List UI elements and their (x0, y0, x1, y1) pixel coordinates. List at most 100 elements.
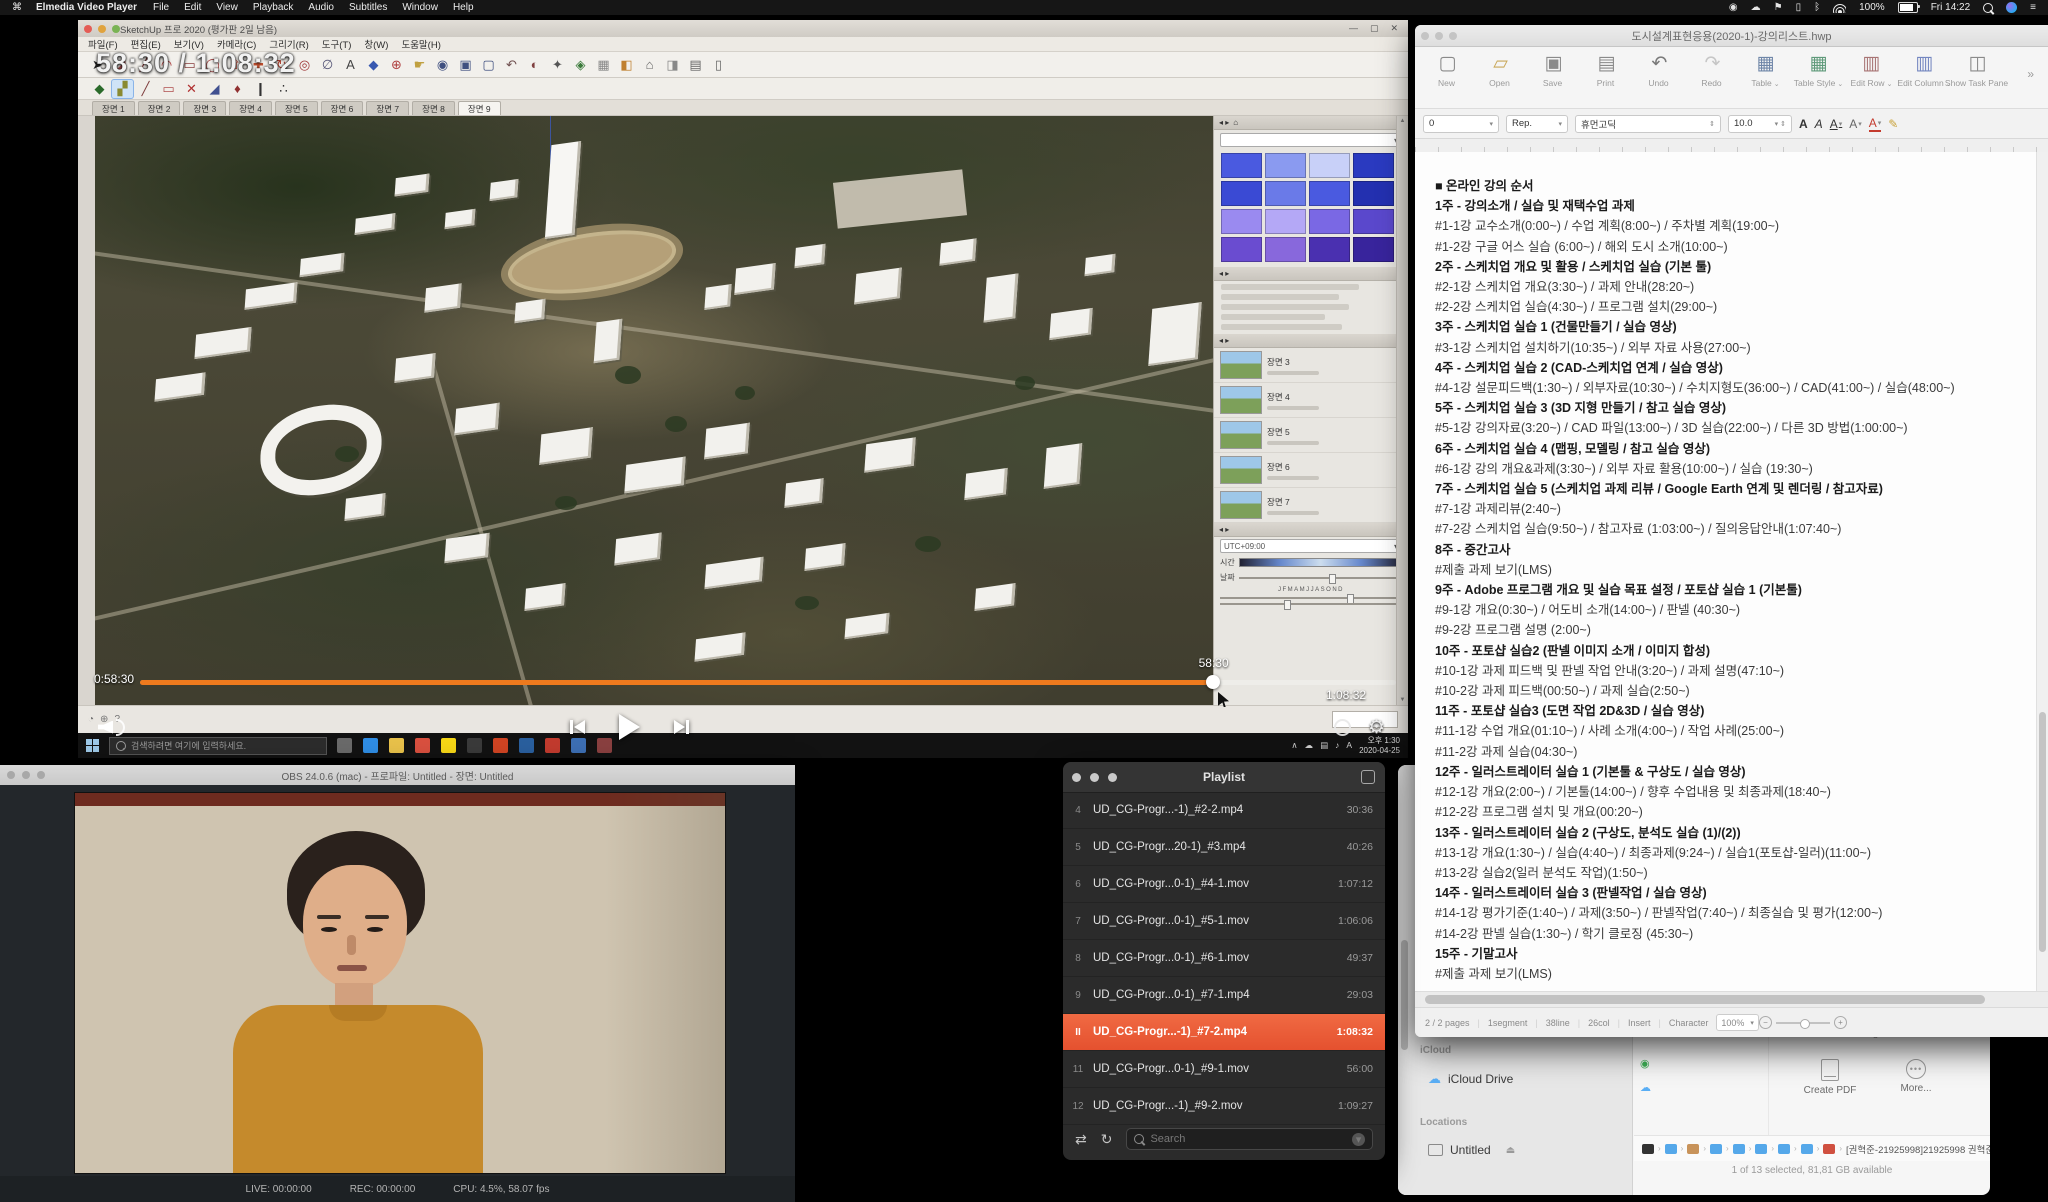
breadcrumb-folder-icon[interactable] (1710, 1144, 1722, 1154)
color-swatch[interactable] (1353, 181, 1394, 206)
apple-menu-icon[interactable]: ⌘ (12, 2, 22, 13)
drape-icon[interactable]: ✕ (180, 79, 203, 99)
breadcrumb-home-icon[interactable] (1687, 1144, 1699, 1154)
scene-panel-item[interactable]: 장면 3 (1214, 348, 1408, 383)
walk-tool-icon[interactable]: ∴ (272, 79, 295, 99)
eject-icon[interactable]: ⏏ (1506, 1145, 1515, 1156)
menubar-item[interactable]: Edit (184, 2, 201, 13)
more-button[interactable]: ••• More... (1876, 1059, 1956, 1094)
components-icon[interactable]: ⌂ (638, 55, 661, 75)
scene-panel-item[interactable]: 장면 5 (1214, 418, 1408, 453)
styles-icon[interactable]: ◨ (661, 55, 684, 75)
playlist-row[interactable]: 5 UD_CG-Progr...20-1)_#3.mp4 40:26 (1063, 829, 1385, 866)
dark-slider[interactable] (1220, 603, 1402, 605)
zoom-out-button[interactable]: − (1759, 1016, 1772, 1029)
document-page[interactable]: ■ 온라인 강의 순서1주 - 강의소개 / 실습 및 재택수업 과제#1-1강… (1415, 152, 2036, 991)
freehand-icon[interactable]: ❙ (249, 79, 272, 99)
playlist-row[interactable]: 11 UD_CG-Progr...0-1)_#9-1.mov 56:00 (1063, 1051, 1385, 1088)
breadcrumb-app-icon[interactable] (1642, 1144, 1654, 1154)
obs-status-icon[interactable]: ◉ (1729, 2, 1738, 13)
layers-icon[interactable]: ▤ (684, 55, 707, 75)
scene-tab[interactable]: 장면 2 (138, 101, 181, 115)
smoove-icon[interactable]: ╱ (134, 79, 157, 99)
menubar-app-name[interactable]: Elmedia Video Player (36, 2, 137, 13)
hwp-toolbar-button[interactable]: ▣ Save (1527, 53, 1580, 88)
previous-view-icon[interactable]: ↶ (500, 55, 523, 75)
light-slider[interactable] (1220, 597, 1402, 599)
playlist-titlebar[interactable]: Playlist (1063, 762, 1385, 793)
hwp-toolbar-button[interactable]: ◫ Show Task Pane (1951, 53, 2004, 88)
playlist-row[interactable]: 6 UD_CG-Progr...0-1)_#4-1.mov 1:07:12 (1063, 866, 1385, 903)
phone-status-icon[interactable]: ▯ (1796, 2, 1802, 13)
scene-panel-item[interactable]: 장면 7 (1214, 488, 1408, 523)
hwp-toolbar-button[interactable]: ▦ Table⌄ (1739, 53, 1792, 88)
sketchup-menu-item[interactable]: 창(W) (364, 37, 388, 51)
battery-icon[interactable] (1898, 2, 1918, 13)
materials-tray-icon[interactable]: ◧ (615, 55, 638, 75)
notification-center-icon[interactable]: ≡ (2030, 2, 2036, 13)
menubar-clock[interactable]: Fri 14:22 (1931, 2, 1970, 13)
materials-dropdown[interactable]: ▾ (1220, 133, 1402, 147)
close-icon[interactable] (84, 25, 92, 33)
tray-scrollbar[interactable]: ▲▼ (1396, 116, 1408, 705)
text-effect-button[interactable]: A▾ (1849, 117, 1862, 131)
text-icon[interactable]: A (339, 55, 362, 75)
walk-icon[interactable]: ✦ (546, 55, 569, 75)
stamp-icon[interactable]: ▭ (157, 79, 180, 99)
zoom-in-button[interactable]: + (1834, 1016, 1847, 1029)
status-insert-mode[interactable]: Insert (1628, 1018, 1651, 1028)
scenes-panel-header[interactable]: ◂ ▸ (1214, 334, 1408, 348)
toolbar-overflow-icon[interactable]: » (2027, 53, 2042, 81)
siri-icon[interactable] (2006, 2, 2017, 13)
scene-tab[interactable]: 장면 7 (366, 101, 409, 115)
wifi-icon[interactable] (1833, 3, 1846, 13)
scene-tab[interactable]: 장면 8 (412, 101, 455, 115)
search-options-icon[interactable]: ▾ (1352, 1133, 1365, 1146)
pip-icon[interactable] (1334, 719, 1351, 736)
orbit-icon[interactable]: ⊕ (385, 55, 408, 75)
scene-tab[interactable]: 장면 9 (458, 101, 501, 115)
font-color-button[interactable]: A▾ (1869, 116, 1882, 132)
win-close-icon[interactable]: ✕ (1390, 23, 1398, 34)
breadcrumb-folder-icon[interactable] (1733, 1144, 1745, 1154)
color-swatch[interactable] (1265, 153, 1306, 178)
status-char-mode[interactable]: Character (1669, 1018, 1709, 1028)
hwp-toolbar-button[interactable]: ▢ New (1421, 53, 1474, 88)
tags-panel-header[interactable]: ◂ ▸ (1214, 267, 1408, 281)
menubar-item[interactable]: Subtitles (349, 2, 387, 13)
scene-tab[interactable]: 장면 1 (92, 101, 135, 115)
color-swatch[interactable] (1309, 237, 1350, 262)
zoom-slider[interactable] (1776, 1022, 1830, 1024)
color-swatch[interactable] (1221, 209, 1262, 234)
section-plane-icon[interactable]: ◈ (569, 55, 592, 75)
paint-bucket-icon[interactable]: ◆ (362, 55, 385, 75)
scene-panel-item[interactable]: 장면 6 (1214, 453, 1408, 488)
time-of-day-slider[interactable] (1239, 558, 1402, 567)
sidebar-item-untitled[interactable]: Untitled ⏏ (1428, 1143, 1515, 1157)
font-family-dropdown[interactable]: 휴먼고딕⇕ (1575, 115, 1721, 133)
next-track-button[interactable] (674, 720, 689, 734)
color-swatch[interactable] (1309, 209, 1350, 234)
flip-edge-icon[interactable]: ♦ (226, 79, 249, 99)
color-swatch[interactable] (1353, 209, 1394, 234)
hwp-toolbar-button[interactable]: ▱ Open (1474, 53, 1527, 88)
hwp-toolbar-button[interactable]: ▤ Print (1580, 53, 1633, 88)
sketchup-viewport[interactable] (95, 116, 1213, 705)
minimize-icon[interactable] (98, 25, 106, 33)
color-swatch[interactable] (1265, 237, 1306, 262)
menubar-item[interactable]: Help (453, 2, 474, 13)
offset-icon[interactable]: ◎ (293, 55, 316, 75)
menubar-item[interactable]: File (153, 2, 169, 13)
menubar-item[interactable]: Playback (253, 2, 294, 13)
cloud-status-icon[interactable]: ☁ (1751, 2, 1761, 13)
color-swatch[interactable] (1309, 153, 1350, 178)
settings-gear-icon[interactable]: ⚙ (1368, 716, 1385, 739)
position-camera-icon[interactable]: ◐ (523, 55, 546, 75)
menubar-item[interactable]: Audio (308, 2, 334, 13)
playlist-search-input[interactable]: Search ▾ (1126, 1128, 1373, 1150)
highlighter-button[interactable]: ✎ (1888, 117, 1898, 131)
shadows-panel-header[interactable]: ◂ ▸ (1214, 523, 1408, 537)
zoom-dropdown[interactable]: 100%▾ (1716, 1014, 1759, 1031)
obs-titlebar[interactable]: OBS 24.0.6 (mac) - 프로파일: Untitled - 장면: … (0, 765, 795, 785)
sketchup-menu-item[interactable]: 도움말(H) (401, 37, 440, 51)
